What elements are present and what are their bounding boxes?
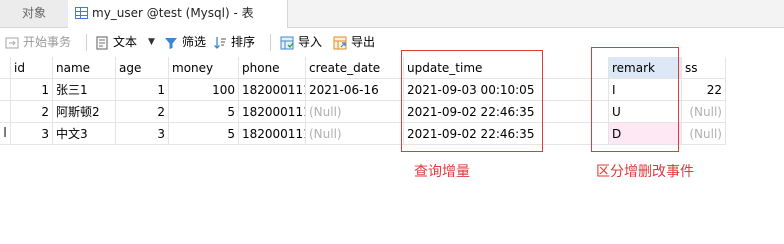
cell-name[interactable]: 阿斯顿2: [53, 101, 116, 123]
cell-age[interactable]: 2: [116, 101, 169, 123]
sort-button[interactable]: 排序: [213, 28, 261, 57]
sort-label: 排序: [231, 35, 256, 49]
cell-create-date[interactable]: 2021-06-16: [306, 79, 404, 101]
cell-remark[interactable]: D: [609, 123, 682, 145]
grid-header-row: id name age money phone create_date upda…: [0, 57, 726, 79]
update-time-annotation: 查询增量: [414, 164, 470, 180]
sort-icon: [214, 37, 226, 49]
cell-ss[interactable]: 22: [682, 79, 726, 101]
cell-ss[interactable]: (Null): [682, 123, 726, 145]
cell-money[interactable]: 100: [169, 79, 239, 101]
remark-annotation: 区分增删改事件: [596, 164, 694, 180]
column-header-remark[interactable]: remark: [609, 57, 682, 79]
cell-phone[interactable]: 182000111: [239, 123, 306, 145]
import-icon: [280, 36, 294, 50]
filter-icon: [165, 38, 177, 49]
column-header-update-time[interactable]: update_time: [404, 57, 609, 79]
row-marker-header: [0, 57, 11, 79]
chevron-down-icon[interactable]: ▼: [148, 28, 155, 57]
column-header-age[interactable]: age: [116, 57, 169, 79]
cell-money[interactable]: 5: [169, 101, 239, 123]
filter-label: 筛选: [182, 35, 207, 49]
text-button[interactable]: 文本 ▼: [95, 28, 157, 57]
export-label: 导出: [351, 35, 376, 49]
tab-my-user-table-label: my_user @test (Mysql) - 表: [92, 6, 254, 20]
cell-name[interactable]: 中文3: [53, 123, 116, 145]
column-header-phone[interactable]: phone: [239, 57, 306, 79]
begin-transaction-label: 开始事务: [23, 35, 72, 49]
text-label: 文本: [113, 35, 138, 49]
text-cursor-icon[interactable]: I: [0, 123, 11, 145]
import-button[interactable]: 导入: [280, 28, 326, 57]
tab-bar: 对象 my_user @test (Mysql) - 表: [0, 0, 784, 28]
cell-remark[interactable]: U: [609, 101, 682, 123]
import-label: 导入: [298, 35, 323, 49]
filter-button[interactable]: 筛选: [164, 28, 208, 57]
cell-phone[interactable]: 182000111: [239, 101, 306, 123]
cell-name[interactable]: 张三1: [53, 79, 116, 101]
cell-update-time[interactable]: 2021-09-02 22:46:35: [404, 123, 609, 145]
row-marker[interactable]: [0, 79, 11, 101]
column-header-ss[interactable]: ss: [682, 57, 726, 79]
tab-objects[interactable]: 对象: [0, 0, 69, 27]
cell-age[interactable]: 3: [116, 123, 169, 145]
cell-id[interactable]: 2: [11, 101, 53, 123]
cell-remark[interactable]: I: [609, 79, 682, 101]
cell-create-date[interactable]: (Null): [306, 123, 404, 145]
cell-id[interactable]: 3: [11, 123, 53, 145]
table-icon: [75, 7, 88, 19]
cell-update-time[interactable]: 2021-09-02 22:46:35: [404, 101, 609, 123]
cell-money[interactable]: 5: [169, 123, 239, 145]
toolbar-divider: [86, 34, 87, 51]
cell-id[interactable]: 1: [11, 79, 53, 101]
begin-transaction-button[interactable]: 开始事务: [5, 28, 81, 57]
cell-ss[interactable]: (Null): [682, 101, 726, 123]
table-row[interactable]: 2 阿斯顿2 2 5 182000111 (Null) 2021-09-02 2…: [0, 101, 726, 123]
transaction-icon: [5, 37, 19, 49]
table-row[interactable]: 1 张三1 1 100 182000111 2021-06-16 2021-09…: [0, 79, 726, 101]
document-icon: [96, 36, 108, 50]
column-header-id[interactable]: id: [11, 57, 53, 79]
column-header-create-date[interactable]: create_date: [306, 57, 404, 79]
column-header-name[interactable]: name: [53, 57, 116, 79]
export-button[interactable]: 导出: [333, 28, 379, 57]
export-icon: [333, 36, 347, 50]
table-row[interactable]: I 3 中文3 3 5 182000111 (Null) 2021-09-02 …: [0, 123, 726, 145]
row-marker[interactable]: [0, 101, 11, 123]
cell-create-date[interactable]: (Null): [306, 101, 404, 123]
cell-phone[interactable]: 182000111: [239, 79, 306, 101]
toolbar: 开始事务 文本 ▼ 筛选 排序 导入 导出: [0, 28, 784, 57]
column-header-money[interactable]: money: [169, 57, 239, 79]
tab-my-user-table[interactable]: my_user @test (Mysql) - 表: [68, 0, 288, 28]
cell-update-time[interactable]: 2021-09-03 00:10:05: [404, 79, 609, 101]
toolbar-divider: [270, 34, 271, 51]
cell-age[interactable]: 1: [116, 79, 169, 101]
